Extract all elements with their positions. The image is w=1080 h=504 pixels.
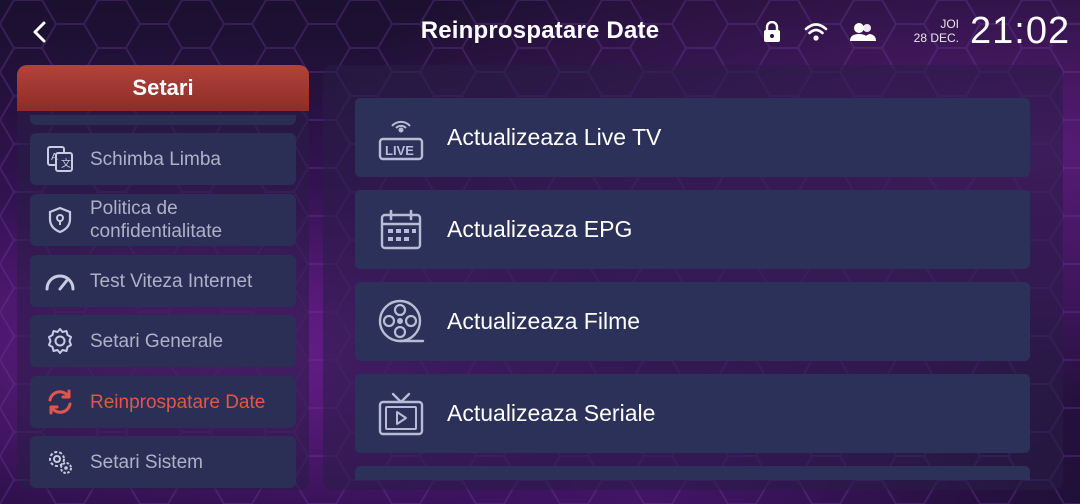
sidebar-scroll-item-partial <box>30 115 296 125</box>
sidebar-item-label: Reinprospatare Date <box>90 391 266 413</box>
sidebar-item-label: Setari Sistem <box>90 451 203 473</box>
sidebar-item-setari-sistem[interactable]: Setari Sistem <box>30 436 296 488</box>
calendar-icon <box>355 209 447 251</box>
shield-lock-icon <box>30 206 90 234</box>
sidebar-item-politica[interactable]: Politica de confidentialitate <box>30 194 296 246</box>
status-icons <box>762 18 876 46</box>
lock-icon[interactable] <box>762 21 782 43</box>
update-live-tv-button[interactable]: LIVE Actualizeaza Live TV <box>355 98 1030 177</box>
action-label: Actualizeaza Live TV <box>447 124 662 150</box>
clock: 21:02 <box>970 10 1071 52</box>
date-display: JOI 28 DEC. <box>905 17 959 45</box>
svg-text:LIVE: LIVE <box>385 143 414 158</box>
sidebar-item-label: Schimba Limba <box>90 148 221 170</box>
settings-cog-icon <box>30 448 90 476</box>
sidebar-item-label: Politica de confidentialitate <box>90 198 223 242</box>
refresh-icon <box>30 389 90 415</box>
translate-icon: A 文 <box>30 145 90 173</box>
svg-text:A: A <box>51 152 58 163</box>
update-movies-button[interactable]: Actualizeaza Filme <box>355 282 1030 361</box>
sidebar-item-label: Test Viteza Internet <box>90 270 253 292</box>
action-label: Actualizeaza EPG <box>447 216 633 242</box>
action-label: Actualizeaza Filme <box>447 308 641 334</box>
tv-play-icon <box>355 390 447 438</box>
top-bar: Reinprospatare Date JOI 28 DEC. 21:02 <box>0 0 1080 64</box>
sidebar-title: Setari <box>17 65 309 111</box>
gear-icon <box>30 327 90 355</box>
day-label: JOI <box>940 17 959 31</box>
date-label: 28 DEC. <box>913 31 959 45</box>
live-tv-icon: LIVE <box>355 114 447 162</box>
sidebar-item-setari-generale[interactable]: Setari Generale <box>30 315 296 367</box>
action-label: Actualizeaza Seriale <box>447 400 656 426</box>
update-epg-button[interactable]: Actualizeaza EPG <box>355 190 1030 269</box>
update-series-button[interactable]: Actualizeaza Seriale <box>355 374 1030 453</box>
sidebar-item-schimba-limba[interactable]: A 文 Schimba Limba <box>30 133 296 185</box>
sidebar-item-test-viteza[interactable]: Test Viteza Internet <box>30 255 296 307</box>
svg-text:文: 文 <box>61 157 71 170</box>
settings-sidebar: Setari A 文 Schimba Limba Politica de con… <box>17 65 309 490</box>
refresh-data-panel: LIVE Actualizeaza Live TV Actualizeaza E… <box>323 65 1063 490</box>
speedometer-icon <box>30 270 90 292</box>
film-reel-icon <box>355 298 447 346</box>
sidebar-item-reinprospatare-date[interactable]: Reinprospatare Date <box>30 376 296 428</box>
partial-action-card[interactable] <box>355 466 1030 480</box>
wifi-icon[interactable] <box>804 22 828 42</box>
sidebar-item-label: Setari Generale <box>90 330 224 352</box>
users-icon[interactable] <box>850 21 876 43</box>
